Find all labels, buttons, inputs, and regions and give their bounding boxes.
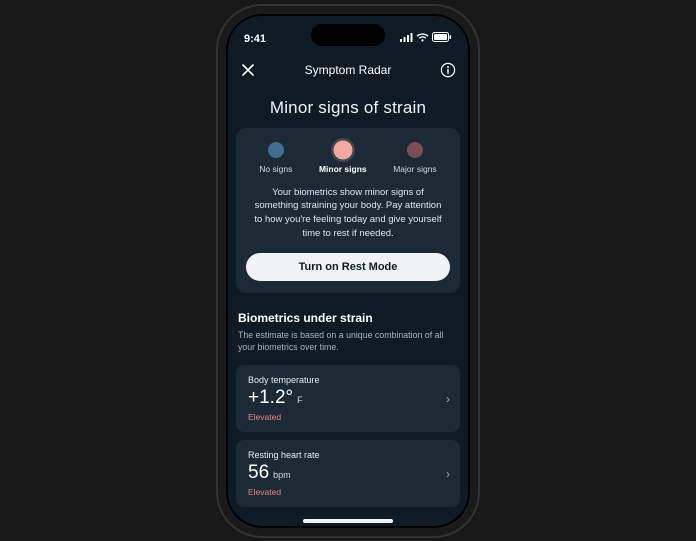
status-time: 9:41 [244,33,266,45]
metric-label: Body temperature [248,375,448,385]
rest-mode-button[interactable]: Turn on Rest Mode [246,253,450,281]
cellular-signal-icon [400,33,413,45]
battery-icon [432,32,452,45]
page-title: Minor signs of strain [236,86,460,128]
level-dot-icon [335,142,351,158]
level-major-signs[interactable]: Major signs [393,142,436,174]
dynamic-island [311,24,385,46]
info-button[interactable] [440,62,456,78]
metric-status: Elevated [248,484,448,497]
level-dot-icon [407,142,423,158]
metric-unit: F [297,395,303,405]
biometrics-title: Biometrics under strain [238,311,458,325]
level-label: Minor signs [319,164,367,174]
metric-unit: bpm [273,470,291,480]
severity-levels: No signs Minor signs Major signs [246,142,450,174]
nav-bar: Symptom Radar [226,54,470,86]
status-indicators [400,32,452,45]
level-minor-signs[interactable]: Minor signs [319,142,367,174]
close-button[interactable] [240,62,256,78]
summary-description: Your biometrics show minor signs of some… [246,186,450,253]
nav-title: Symptom Radar [305,63,392,77]
wifi-icon [416,33,429,45]
chevron-right-icon: › [446,467,450,481]
level-label: Major signs [393,164,436,174]
metric-label: Resting heart rate [248,450,448,460]
phone-frame: 9:41 Symptom Radar [218,6,478,536]
level-label: No signs [259,164,292,174]
metric-value: +1.2° [248,387,293,409]
biometrics-subtitle: The estimate is based on a unique combin… [238,325,458,354]
level-dot-icon [268,142,284,158]
metric-body-temperature[interactable]: Body temperature +1.2° F Elevated › [236,365,460,432]
home-indicator[interactable] [303,519,393,523]
chevron-right-icon: › [446,392,450,406]
biometrics-header: Biometrics under strain The estimate is … [236,293,460,358]
metric-value: 56 [248,462,269,484]
metric-resting-heart-rate[interactable]: Resting heart rate 56 bpm Elevated › [236,440,460,507]
level-no-signs[interactable]: No signs [259,142,292,174]
metric-status: Elevated [248,409,448,422]
scroll-content[interactable]: Minor signs of strain No signs Minor sig… [226,86,470,518]
summary-card: No signs Minor signs Major signs Your bi… [236,128,460,293]
